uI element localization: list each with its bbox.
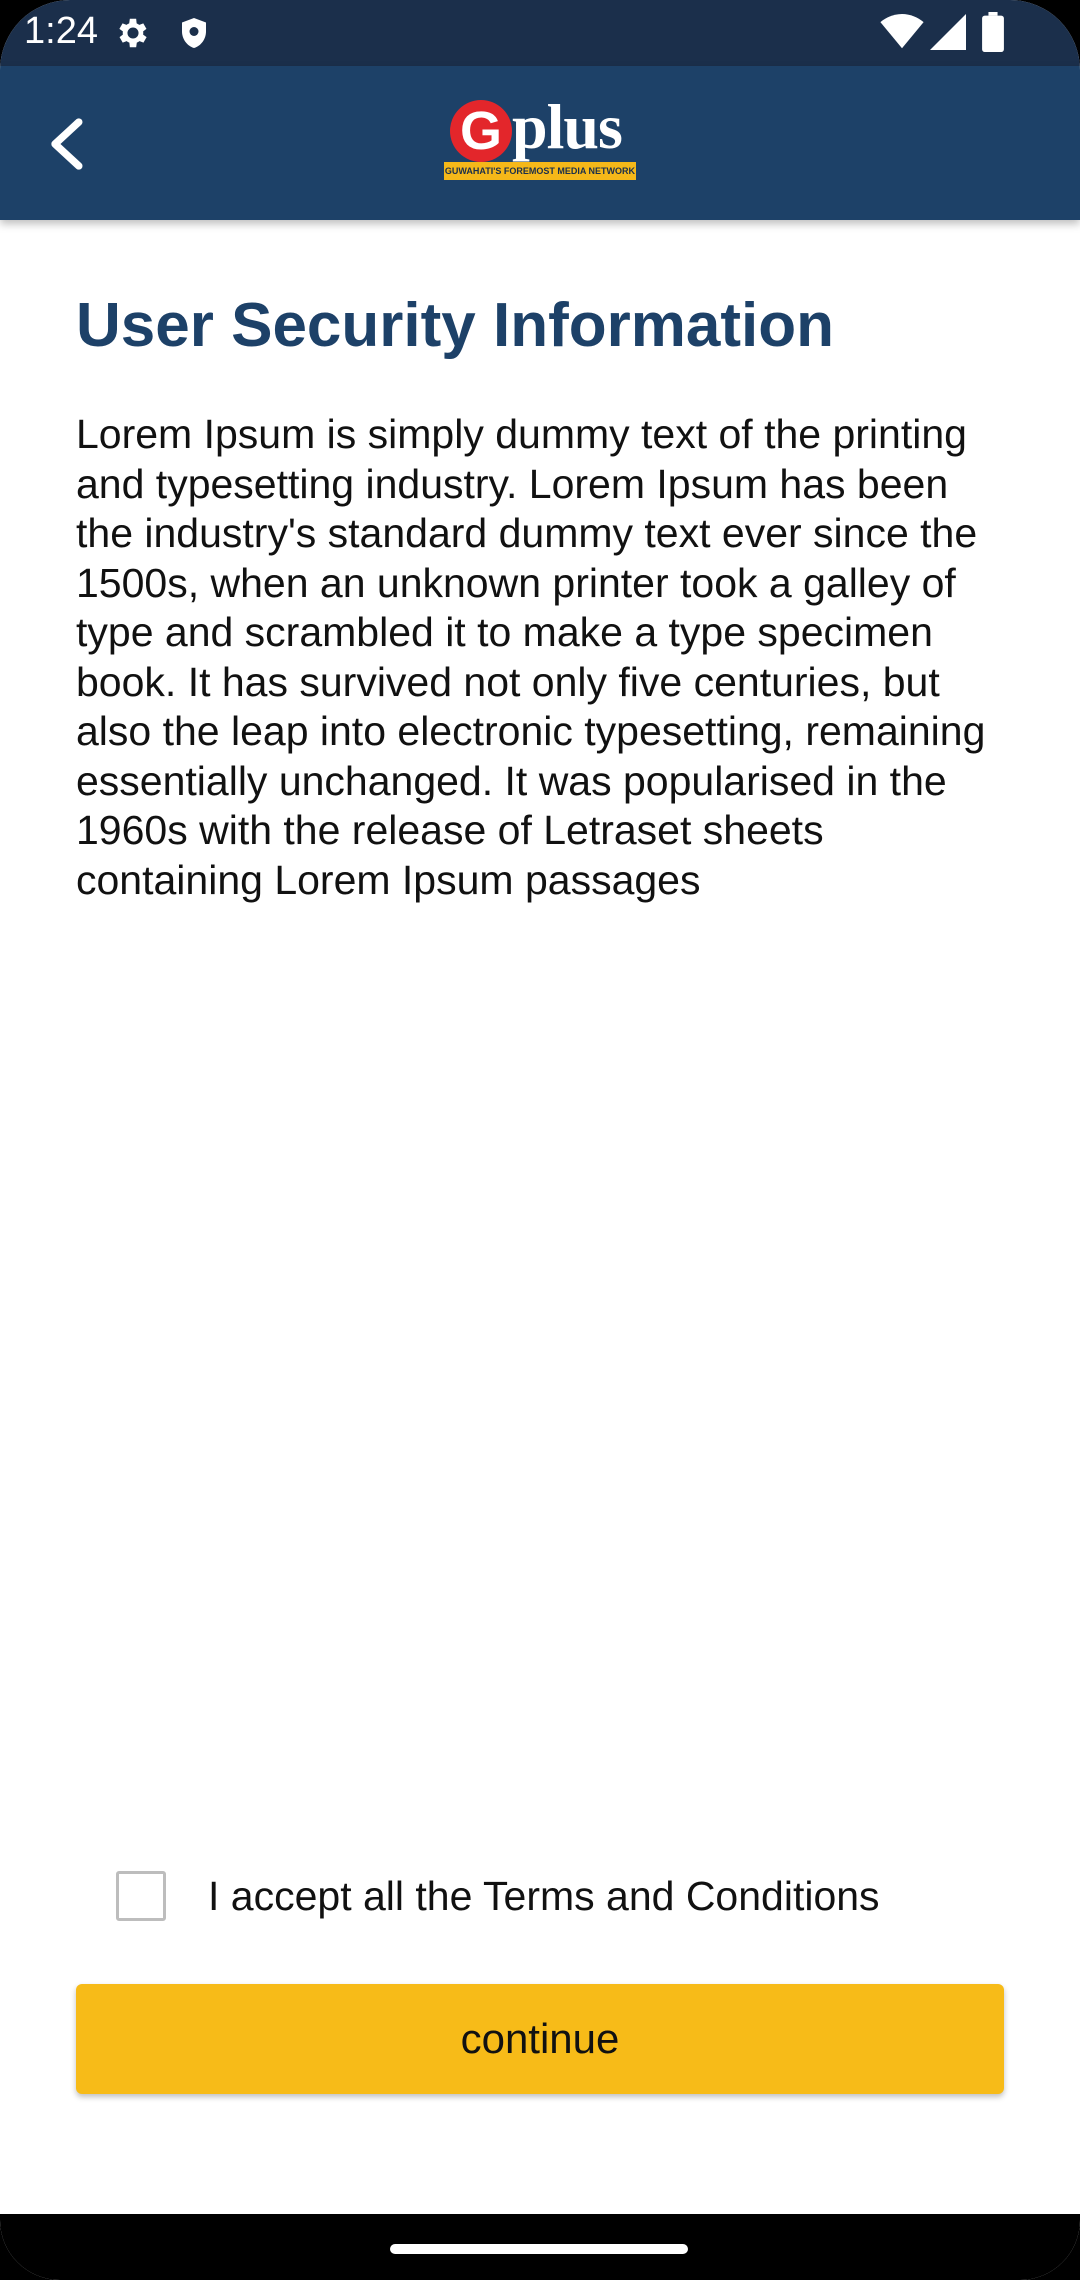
home-indicator[interactable] bbox=[390, 2244, 688, 2254]
settings-gear-icon bbox=[114, 14, 152, 57]
chevron-left-icon bbox=[51, 118, 83, 170]
logo-letter: G bbox=[450, 100, 512, 162]
continue-label: continue bbox=[460, 2015, 620, 2062]
logo-word: plus bbox=[512, 91, 623, 162]
wifi-icon bbox=[880, 14, 924, 55]
shield-icon bbox=[176, 14, 212, 57]
navigation-bar bbox=[0, 2214, 1080, 2280]
page-title: User Security Information bbox=[76, 291, 834, 360]
back-button[interactable] bbox=[26, 104, 106, 184]
status-time: 1:24 bbox=[24, 10, 98, 52]
battery-icon bbox=[982, 12, 1004, 57]
logo-tagline: GUWAHATI'S FOREMOST MEDIA NETWORK bbox=[444, 162, 636, 180]
terms-row[interactable]: I accept all the Terms and Conditions bbox=[116, 1866, 1016, 1926]
terms-checkbox[interactable] bbox=[116, 1871, 166, 1921]
gplus-logo: G plus GUWAHATI'S FOREMOST MEDIA NETWORK bbox=[442, 91, 638, 186]
terms-label[interactable]: I accept all the Terms and Conditions bbox=[208, 1873, 880, 1920]
status-bar: 1:24 bbox=[0, 0, 1080, 66]
cellular-signal-icon bbox=[930, 14, 966, 55]
continue-button[interactable]: continue bbox=[76, 1984, 1004, 2094]
app-bar: G plus GUWAHATI'S FOREMOST MEDIA NETWORK bbox=[0, 66, 1080, 220]
security-info-text: Lorem Ipsum is simply dummy text of the … bbox=[76, 411, 986, 903]
app-screen: 1:24 G plus GUWAHATI'S FOREMOST MEDIA NE… bbox=[0, 0, 1080, 2280]
